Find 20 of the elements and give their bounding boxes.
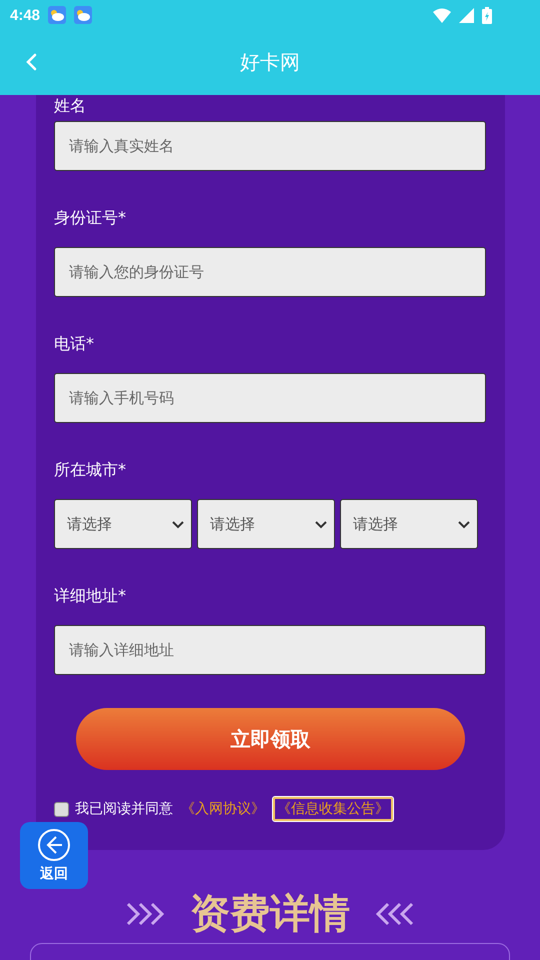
input-field[interactable]: 请输入详细地址 xyxy=(54,625,486,675)
city-dropdown[interactable]: 请选择 xyxy=(197,499,335,549)
input-field[interactable]: 请输入您的身份证号 xyxy=(54,247,486,297)
status-time: 4:48 xyxy=(10,6,40,24)
header-title: 好卡网 xyxy=(240,49,300,76)
city-dropdown[interactable]: 请选择 xyxy=(54,499,192,549)
input-field[interactable]: 请输入手机号码 xyxy=(54,373,486,423)
field-label: 所在城市* xyxy=(54,459,126,481)
section-title: 资费详情 xyxy=(190,890,350,939)
submit-button[interactable]: 立即领取 xyxy=(76,708,465,770)
input-field[interactable]: 请输入真实姓名 xyxy=(54,121,486,171)
field-label: 身份证号* xyxy=(54,207,126,229)
agreement-link[interactable]: 《入网协议》 xyxy=(179,799,267,819)
agreement-link[interactable]: 《信息收集公告》 xyxy=(273,797,393,821)
field-label: 详细地址* xyxy=(54,585,126,607)
agreement-text: 我已阅读并同意 xyxy=(75,800,173,818)
return-button[interactable]: 返回 xyxy=(20,822,88,889)
field-label: 姓名 xyxy=(54,95,86,117)
city-dropdown[interactable]: 请选择 xyxy=(340,499,478,549)
field-label: 电话* xyxy=(54,333,94,355)
